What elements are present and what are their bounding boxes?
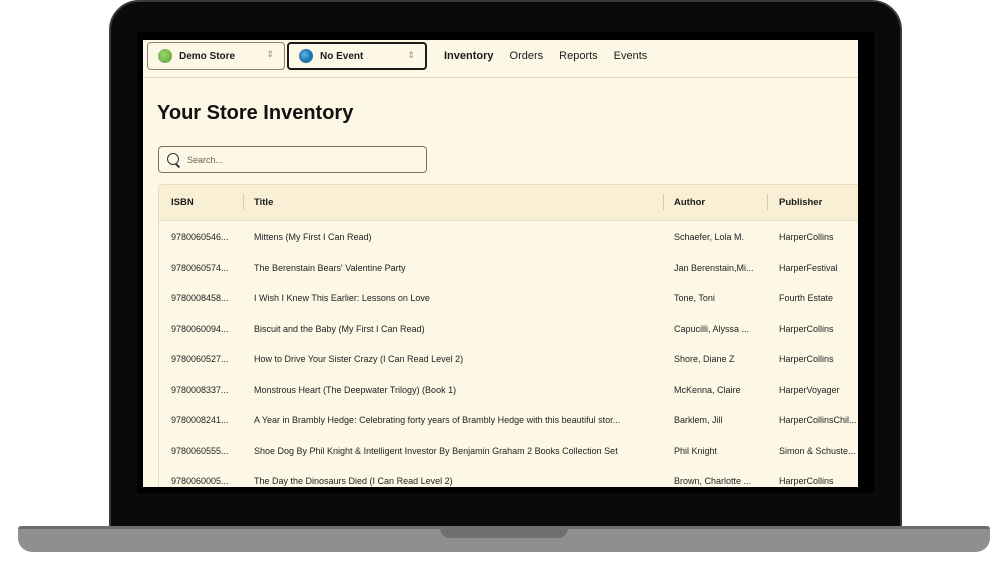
cell-title: Monstrous Heart (The Deepwater Trilogy) … [254, 385, 457, 395]
page-title: Your Store Inventory [157, 102, 354, 124]
table-row[interactable]: 9780060546... Mittens (My First I Can Re… [159, 222, 858, 253]
cell-isbn: 9780060527... [171, 354, 229, 364]
nav-orders[interactable]: Orders [510, 50, 544, 62]
table-row[interactable]: 9780060574... The Berenstain Bears' Vale… [159, 253, 858, 284]
nav-reports[interactable]: Reports [559, 50, 598, 62]
table-row[interactable]: 9780008337... Monstrous Heart (The Deepw… [159, 375, 858, 406]
main-nav: Inventory Orders Reports Events [444, 50, 647, 62]
table-row[interactable]: 9780060527... How to Drive Your Sister C… [159, 344, 858, 375]
nav-events[interactable]: Events [614, 50, 648, 62]
cell-isbn: 9780008241... [171, 415, 229, 425]
cell-author: Shore, Diane Z [674, 354, 735, 364]
cell-title: Mittens (My First I Can Read) [254, 232, 372, 242]
search-box[interactable] [158, 146, 427, 173]
cell-isbn: 9780008337... [171, 385, 229, 395]
cell-title: Biscuit and the Baby (My First I Can Rea… [254, 324, 425, 334]
store-select[interactable]: Demo Store ⇕ [147, 42, 285, 70]
updown-chevron-icon: ⇕ [266, 49, 274, 59]
cell-title: Shoe Dog By Phil Knight & Intelligent In… [254, 446, 618, 456]
cell-author: Jan Berenstain,Mi... [674, 263, 754, 273]
cell-author: Barklem, Jill [674, 415, 723, 425]
column-header-author[interactable]: Author [674, 197, 705, 208]
top-bar: Demo Store ⇕ No Event ⇕ Inventory Orders… [143, 40, 858, 78]
laptop-notch [440, 526, 568, 538]
column-header-isbn[interactable]: ISBN [171, 197, 194, 208]
inventory-table: ISBN Title Author Publisher 9780060546..… [158, 184, 858, 487]
cell-author: Phil Knight [674, 446, 718, 456]
cell-title: I Wish I Knew This Earlier: Lessons on L… [254, 293, 430, 303]
cell-isbn: 9780060546... [171, 232, 229, 242]
table-row[interactable]: 9780060555... Shoe Dog By Phil Knight & … [159, 436, 858, 467]
cell-publisher: HarperFestival [779, 263, 838, 273]
search-icon [167, 152, 181, 167]
cell-isbn: 9780008458... [171, 293, 229, 303]
table-row[interactable]: 9780008241... A Year in Brambly Hedge: C… [159, 405, 858, 436]
cell-isbn: 9780060555... [171, 446, 229, 456]
cell-title: The Day the Dinosaurs Died (I Can Read L… [254, 476, 453, 486]
updown-chevron-icon: ⇕ [407, 50, 415, 60]
cell-publisher: Simon & Schuste... [779, 446, 856, 456]
cell-publisher: HarperCollinsChil... [779, 415, 857, 425]
inventory-app: Demo Store ⇕ No Event ⇕ Inventory Orders… [143, 40, 858, 487]
nav-inventory[interactable]: Inventory [444, 50, 494, 62]
cell-title: The Berenstain Bears' Valentine Party [254, 263, 406, 273]
cell-author: Capucilli, Alyssa ... [674, 324, 750, 334]
search-input[interactable] [187, 154, 407, 165]
cell-isbn: 9780060574... [171, 263, 229, 273]
column-header-publisher[interactable]: Publisher [779, 197, 822, 208]
cell-author: Brown, Charlotte ... [674, 476, 752, 486]
table-row[interactable]: 9780060005... The Day the Dinosaurs Died… [159, 466, 858, 487]
table-row[interactable]: 9780060094... Biscuit and the Baby (My F… [159, 314, 858, 345]
cell-title: A Year in Brambly Hedge: Celebrating for… [254, 415, 621, 425]
laptop-screen: Demo Store ⇕ No Event ⇕ Inventory Orders… [137, 32, 874, 493]
event-select-label: No Event [320, 50, 364, 62]
table-header: ISBN Title Author Publisher [159, 185, 858, 221]
event-select[interactable]: No Event ⇕ [287, 42, 427, 70]
column-divider[interactable] [663, 194, 664, 210]
store-select-label: Demo Store [179, 50, 236, 62]
globe-icon [299, 49, 313, 63]
cell-publisher: HarperCollins [779, 324, 834, 334]
cell-title: How to Drive Your Sister Crazy (I Can Re… [254, 354, 464, 364]
column-divider[interactable] [767, 194, 768, 210]
column-divider[interactable] [243, 194, 244, 210]
cell-isbn: 9780060094... [171, 324, 229, 334]
cell-publisher: HarperCollins [779, 354, 834, 364]
cell-publisher: HarperCollins [779, 232, 834, 242]
cell-author: Schaefer, Lola M. [674, 232, 745, 242]
cell-author: Tone, Toni [674, 293, 715, 303]
table-row[interactable]: 9780008458... I Wish I Knew This Earlier… [159, 283, 858, 314]
cell-publisher: Fourth Estate [779, 293, 834, 303]
column-header-title[interactable]: Title [254, 197, 273, 208]
cell-isbn: 9780060005... [171, 476, 229, 486]
cell-author: McKenna, Claire [674, 385, 741, 395]
store-icon [158, 49, 172, 63]
cell-publisher: HarperVoyager [779, 385, 840, 395]
cell-publisher: HarperCollins [779, 476, 834, 486]
